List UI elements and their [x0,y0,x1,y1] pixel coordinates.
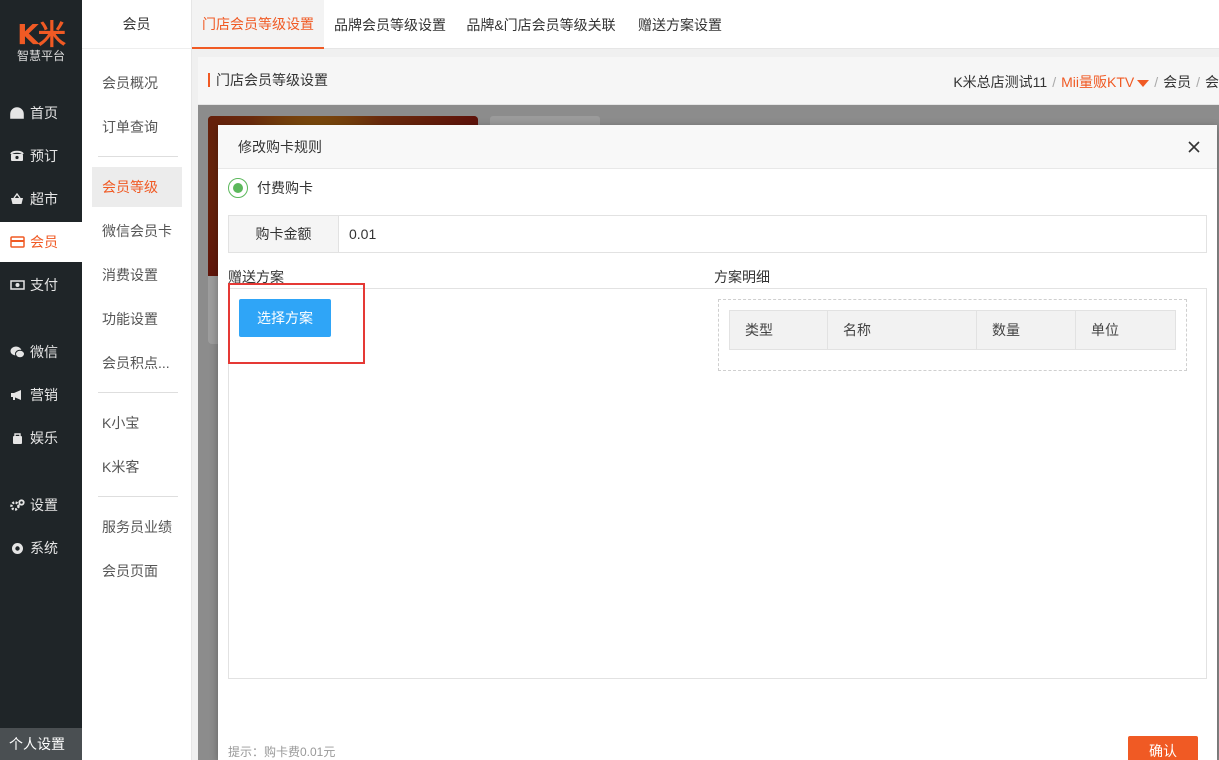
nav-label: 系统 [30,540,58,556]
nav-label: 支付 [30,277,58,293]
radio-selected-dot [233,183,243,193]
chrome-icon [9,540,25,556]
megaphone-icon [9,387,25,403]
page-title: 门店会员等级设置 [208,73,328,87]
nav-label: 营销 [30,387,58,403]
nav-item-settings[interactable]: 设置 [0,485,82,525]
caret-down-icon [1137,79,1150,87]
phone-icon [9,148,25,164]
nav-item-member[interactable]: 会员 [0,222,82,262]
breadcrumb-store-group[interactable]: K米总店测试11 [953,74,1047,90]
sidebar-title: 会员 [82,0,191,49]
nav-label: 娱乐 [30,430,58,446]
edit-card-rule-dialog: 修改购卡规则 付费购卡 购卡金额 赠送方案 方案明细 选择方案 类型 名称 数量… [218,125,1217,760]
tab-brand-store-link[interactable]: 品牌&门店会员等级关联 [456,0,626,49]
breadcrumb-bar: 门店会员等级设置 K米总店测试11/Mii量贩KTV / 会员 / 会 [198,57,1219,105]
personal-settings[interactable]: 个人设置 [0,728,82,760]
breadcrumb-separator: / [1154,74,1159,90]
tab-brand-member-level[interactable]: 品牌会员等级设置 [324,0,456,49]
plan-detail-table-header: 类型 名称 数量 单位 [729,310,1176,350]
nav-label: 设置 [30,497,58,513]
store-selector[interactable]: Mii量贩KTV [1061,74,1150,90]
select-plan-button[interactable]: 选择方案 [239,299,331,337]
amount-label: 购卡金额 [229,216,339,252]
card-icon [9,234,25,250]
breadcrumb-separator: / [1052,74,1057,90]
sidebar-item-overview[interactable]: 会员概况 [92,63,182,103]
radio-label: 付费购卡 [257,180,313,196]
wechat-icon [9,344,25,360]
tab-gift-plan[interactable]: 赠送方案设置 [626,0,734,49]
nav-item-payment[interactable]: 支付 [0,265,82,305]
fee-hint: 提示：购卡费0.01元 [228,745,336,759]
sidebar-item-kxiaobao[interactable]: K小宝 [92,403,182,443]
sidebar-item-orders[interactable]: 订单查询 [92,107,182,147]
plan-detail-label: 方案明细 [714,269,770,285]
paid-card-radio[interactable]: 付费购卡 [228,178,313,198]
tab-store-member-level[interactable]: 门店会员等级设置 [192,0,324,49]
amount-input[interactable] [339,216,1206,252]
nav-label: 超市 [30,191,58,207]
breadcrumb-separator: / [1196,74,1200,90]
sidebar-item-member-page[interactable]: 会员页面 [92,551,182,591]
breadcrumb-section[interactable]: 会员 [1163,74,1191,90]
sidebar-divider [98,156,178,157]
close-icon[interactable] [1185,138,1203,156]
nav-item-booking[interactable]: 预订 [0,136,82,176]
column-header-unit: 单位 [1091,322,1119,338]
nav-label: 微信 [30,344,58,360]
sidebar-item-kmike[interactable]: K米客 [92,447,182,487]
dashboard-icon [9,105,25,121]
sidebar-item-function-settings[interactable]: 功能设置 [92,299,182,339]
nav-label: 预订 [30,148,58,164]
sidebar-item-points[interactable]: 会员积点... [92,343,182,383]
nav-label: 首页 [30,105,58,121]
nav-item-wechat[interactable]: 微信 [0,332,82,372]
nav-label: 会员 [30,234,58,250]
nav-item-market[interactable]: 超市 [0,179,82,219]
breadcrumb-current: 会 [1205,74,1219,90]
confirm-button[interactable]: 确认 [1128,736,1198,760]
plan-detail-table-wrap: 类型 名称 数量 单位 [718,299,1187,371]
radio-button[interactable] [228,178,248,198]
top-tabs: 门店会员等级设置 品牌会员等级设置 品牌&门店会员等级关联 赠送方案设置 [192,0,1219,49]
gear-icon [9,497,25,513]
store-name: Mii量贩KTV [1061,74,1135,90]
logo-mark: K米 [17,18,66,51]
column-header-quantity: 数量 [977,311,1076,349]
logo[interactable]: K米 智慧平台 [0,0,82,88]
member-sidebar: 会员 会员概况 订单查询 会员等级 微信会员卡 消费设置 功能设置 会员积点..… [82,0,192,760]
basket-icon [9,191,25,207]
nav-item-entertainment[interactable]: 娱乐 [0,418,82,458]
nav-item-system[interactable]: 系统 [0,528,82,568]
column-header-type: 类型 [730,311,828,349]
nav-item-marketing[interactable]: 营销 [0,375,82,415]
dialog-title: 修改购卡规则 [218,125,1217,169]
main-nav: K米 智慧平台 首页 预订 超市 会员 支付 微信 营销 娱乐 设置 系统 个人… [0,0,82,760]
sidebar-divider [98,496,178,497]
game-icon [9,430,25,446]
sidebar-item-waiter-performance[interactable]: 服务员业绩 [92,507,182,547]
nav-item-home[interactable]: 首页 [0,93,82,133]
column-header-name: 名称 [828,311,977,349]
sidebar-item-consume-settings[interactable]: 消费设置 [92,255,182,295]
sidebar-item-member-level[interactable]: 会员等级 [92,167,182,207]
logo-subtitle: 智慧平台 [16,49,65,63]
sidebar-item-wechat-card[interactable]: 微信会员卡 [92,211,182,251]
money-icon [9,277,25,293]
sidebar-divider [98,392,178,393]
breadcrumb: K米总店测试11/Mii量贩KTV / 会员 / 会 [953,72,1219,92]
amount-field: 购卡金额 [228,215,1207,253]
